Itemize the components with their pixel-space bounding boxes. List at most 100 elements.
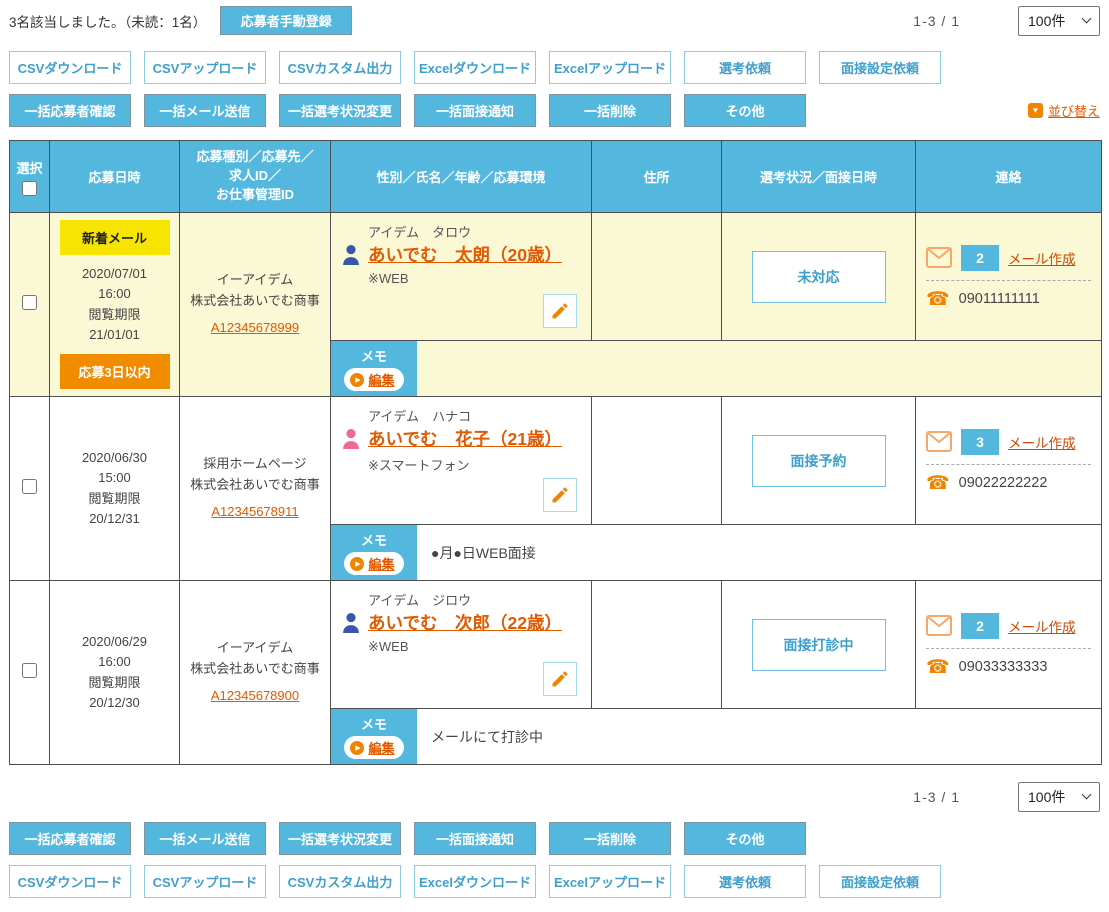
- contact-cell: 3 メール作成 ☎ 09022222222: [916, 397, 1102, 525]
- bulk-mail-send-button[interactable]: 一括メール送信: [144, 822, 266, 855]
- row-checkbox[interactable]: [22, 295, 37, 310]
- memo-cell: メモ ▶ 編集 メールにて打診中: [331, 709, 1102, 765]
- status-button[interactable]: 未対応: [752, 251, 886, 303]
- memo-text: メールにて打診中: [417, 709, 1101, 764]
- memo-edit-button[interactable]: ▶ 編集: [344, 552, 403, 575]
- applicant-name-link[interactable]: あいでむ 次郎（22歳）: [368, 613, 562, 633]
- applicant-name-link[interactable]: あいでむ 太朗（20歳）: [368, 245, 562, 265]
- status-cell: 面接打診中: [722, 581, 916, 709]
- furigana-text: アイデム タロウ: [368, 222, 577, 241]
- phone-icon: ☎: [926, 474, 950, 493]
- type-cell: 採用ホームページ 株式会社あいでむ商事 A12345678911: [180, 397, 331, 581]
- bulk-mail-send-button[interactable]: 一括メール送信: [144, 94, 266, 127]
- date-cell: 2020/06/29 16:00 閲覧期限 20/12/30: [50, 581, 180, 765]
- bulk-status-change-button[interactable]: 一括選考状況変更: [279, 94, 401, 127]
- select-all-checkbox[interactable]: [22, 181, 37, 196]
- table-header: 選択 応募日時 応募種別／応募先／ 求人ID／ お仕事管理ID 性別／氏名／年齢…: [10, 141, 1102, 213]
- bulk-delete-button[interactable]: 一括削除: [549, 822, 671, 855]
- interview-setting-request-button[interactable]: 面接設定依頼: [819, 51, 941, 84]
- per-page-value: 100件: [1028, 787, 1065, 807]
- per-page-select[interactable]: 100件: [1018, 6, 1100, 36]
- contact-cell: 2 メール作成 ☎ 09033333333: [916, 581, 1102, 709]
- csv-custom-export-button[interactable]: CSVカスタム出力: [279, 51, 401, 84]
- phone-icon: ☎: [926, 658, 950, 677]
- pencil-icon: [550, 301, 570, 321]
- phone-number: 09011111111: [959, 291, 1040, 307]
- excel-upload-button[interactable]: Excelアップロード: [549, 51, 671, 84]
- name-cell: アイデム ジロウ あいでむ 次郎（22歳） ※WEB: [331, 581, 592, 709]
- recent-apply-badge: 応募3日以内: [60, 354, 170, 389]
- apply-type: 採用ホームページ: [180, 454, 330, 475]
- csv-upload-button[interactable]: CSVアップロード: [144, 865, 266, 898]
- pencil-icon: [550, 669, 570, 689]
- csv-upload-button[interactable]: CSVアップロード: [144, 51, 266, 84]
- edit-pencil-button[interactable]: [543, 294, 577, 328]
- date-cell: 2020/06/30 15:00 閲覧期限 20/12/31: [50, 397, 180, 581]
- edit-pencil-button[interactable]: [543, 662, 577, 696]
- csv-download-button[interactable]: CSVダウンロード: [9, 51, 131, 84]
- excel-download-button[interactable]: Excelダウンロード: [414, 51, 536, 84]
- bulk-applicant-confirm-button[interactable]: 一括応募者確認: [9, 822, 131, 855]
- per-page-select[interactable]: 100件: [1018, 782, 1100, 812]
- male-person-icon: [341, 244, 361, 271]
- address-cell: [592, 581, 722, 709]
- manual-register-button[interactable]: 応募者手動登録: [220, 6, 352, 35]
- csv-custom-export-button[interactable]: CSVカスタム出力: [279, 865, 401, 898]
- apply-time: 16:00: [50, 284, 179, 304]
- row-checkbox[interactable]: [22, 663, 37, 678]
- memo-edit-button[interactable]: ▶ 編集: [344, 736, 403, 759]
- pagination-text: 1-3 / 1: [913, 13, 960, 29]
- excel-download-button[interactable]: Excelダウンロード: [414, 865, 536, 898]
- company-name: 株式会社あいでむ商事: [180, 475, 330, 496]
- csv-download-button[interactable]: CSVダウンロード: [9, 865, 131, 898]
- mail-count-badge[interactable]: 3: [961, 429, 999, 455]
- type-cell: イーアイデム 株式会社あいでむ商事 A12345678999: [180, 213, 331, 397]
- memo-text: ●月●日WEB面接: [417, 525, 1101, 580]
- female-person-icon: [341, 428, 361, 455]
- memo-edit-button[interactable]: ▶ 編集: [344, 368, 403, 391]
- per-page-value: 100件: [1028, 11, 1065, 31]
- view-limit-date: 20/12/31: [50, 509, 179, 529]
- status-button[interactable]: 面接打診中: [752, 619, 886, 671]
- interview-setting-request-button[interactable]: 面接設定依頼: [819, 865, 941, 898]
- header-name: 性別／氏名／年齢／応募環境: [331, 141, 592, 213]
- bulk-applicant-confirm-button[interactable]: 一括応募者確認: [9, 94, 131, 127]
- sort-link[interactable]: ▼ 並び替え: [1028, 101, 1100, 120]
- status-button[interactable]: 面接予約: [752, 435, 886, 487]
- create-mail-link[interactable]: メール作成: [1008, 432, 1076, 452]
- bulk-interview-notice-button[interactable]: 一括面接通知: [414, 94, 536, 127]
- view-limit-label: 閲覧期限: [50, 305, 179, 325]
- bulk-status-change-button[interactable]: 一括選考状況変更: [279, 822, 401, 855]
- others-button[interactable]: その他: [684, 94, 806, 127]
- toolbar-outlined-bottom: CSVダウンロード CSVアップロード CSVカスタム出力 Excelダウンロー…: [9, 865, 1100, 898]
- bulk-interview-notice-button[interactable]: 一括面接通知: [414, 822, 536, 855]
- applicant-name-link[interactable]: あいでむ 花子（21歳）: [368, 429, 562, 449]
- applicants-table: 選択 応募日時 応募種別／応募先／ 求人ID／ お仕事管理ID 性別／氏名／年齢…: [9, 140, 1102, 765]
- memo-tab: メモ ▶ 編集: [331, 341, 417, 396]
- mail-count-badge[interactable]: 2: [961, 245, 999, 271]
- edit-pencil-button[interactable]: [543, 478, 577, 512]
- select-cell: [10, 581, 50, 765]
- memo-tab: メモ ▶ 編集: [331, 709, 417, 764]
- header-date: 応募日時: [50, 141, 180, 213]
- create-mail-link[interactable]: メール作成: [1008, 248, 1076, 268]
- job-id-link[interactable]: A12345678900: [211, 686, 299, 707]
- others-button[interactable]: その他: [684, 822, 806, 855]
- excel-upload-button[interactable]: Excelアップロード: [549, 865, 671, 898]
- new-mail-badge: 新着メール: [60, 220, 170, 255]
- create-mail-link[interactable]: メール作成: [1008, 616, 1076, 636]
- contact-cell: 2 メール作成 ☎ 09011111111: [916, 213, 1102, 341]
- job-id-link[interactable]: A12345678911: [211, 502, 298, 523]
- job-id-link[interactable]: A12345678999: [211, 318, 299, 339]
- company-name: 株式会社あいでむ商事: [180, 659, 330, 680]
- header-status: 選考状況／面接日時: [722, 141, 916, 213]
- selection-request-button[interactable]: 選考依頼: [684, 51, 806, 84]
- header-contact: 連絡: [916, 141, 1102, 213]
- mail-count-badge[interactable]: 2: [961, 613, 999, 639]
- select-cell: [10, 397, 50, 581]
- row-checkbox[interactable]: [22, 479, 37, 494]
- bulk-delete-button[interactable]: 一括削除: [549, 94, 671, 127]
- address-cell: [592, 213, 722, 341]
- selection-request-button[interactable]: 選考依頼: [684, 865, 806, 898]
- bottom-pagination-bar: 1-3 / 1 100件: [9, 781, 1100, 812]
